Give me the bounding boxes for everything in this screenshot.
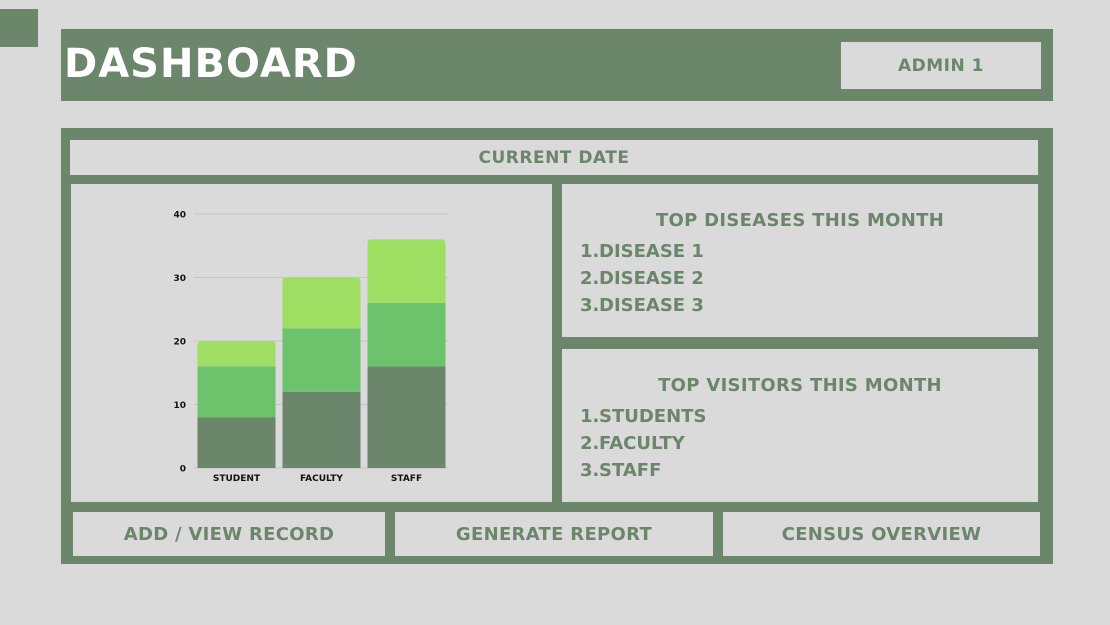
list-item: 3.STAFF	[580, 457, 706, 484]
corner-accent	[0, 9, 38, 47]
bar-segment	[197, 366, 276, 418]
header-bar: DASHBOARD ADMIN 1	[61, 29, 1053, 101]
list-item-number: 3.	[580, 295, 600, 316]
admin-user-button[interactable]: ADMIN 1	[841, 42, 1041, 89]
stacked-bar-chart: 0 10 20 30 40 STUDENT FACULTY STAFF	[173, 211, 449, 484]
top-diseases-list: 1.DISEASE 1 2.DISEASE 2 3.DISEASE 3	[580, 238, 704, 319]
top-visitors-panel: TOP VISITORS THIS MONTH 1.STUDENTS 2.FAC…	[562, 349, 1038, 502]
list-item: 3.DISEASE 3	[580, 292, 704, 319]
y-tick-label: 40	[173, 211, 186, 221]
list-item-label: DISEASE 3	[599, 295, 704, 316]
top-diseases-heading: TOP DISEASES THIS MONTH	[655, 210, 945, 231]
main-content-frame: CURRENT DATE 0 10 20 30 40 STUDENT FACULTY STAF…	[61, 128, 1053, 564]
chart-panel: 0 10 20 30 40 STUDENT FACULTY STAFF	[71, 184, 552, 502]
list-item-number: 3.	[580, 460, 600, 481]
list-item: 2.FACULTY	[580, 430, 706, 457]
list-item-label: STUDENTS	[599, 406, 707, 427]
census-overview-button[interactable]: CENSUS OVERVIEW	[723, 512, 1040, 556]
y-tick-label: 10	[173, 401, 186, 411]
add-view-record-button[interactable]: ADD / VIEW RECORD	[73, 512, 385, 556]
list-item-number: 1.	[580, 406, 600, 427]
x-tick-label: FACULTY	[300, 474, 343, 484]
list-item-label: DISEASE 2	[599, 268, 704, 289]
y-tick-label: 20	[173, 338, 186, 348]
list-item: 1.STUDENTS	[580, 403, 706, 430]
top-visitors-heading: TOP VISITORS THIS MONTH	[658, 375, 942, 396]
bar-segment	[197, 341, 276, 367]
list-item: 1.DISEASE 1	[580, 238, 704, 265]
list-item-label: STAFF	[599, 460, 662, 481]
page-title: DASHBOARD	[64, 41, 358, 87]
list-item-number: 2.	[580, 433, 600, 454]
bar-segment	[197, 417, 276, 468]
list-item-number: 1.	[580, 241, 600, 262]
bar-segment	[367, 239, 446, 303]
bar-segment	[282, 277, 361, 329]
top-visitors-list: 1.STUDENTS 2.FACULTY 3.STAFF	[580, 403, 706, 484]
x-tick-label: STAFF	[391, 474, 422, 484]
bar-segment	[282, 328, 361, 392]
list-item-number: 2.	[580, 268, 600, 289]
x-tick-label: STUDENT	[213, 474, 261, 484]
y-tick-label: 0	[180, 465, 186, 475]
list-item-label: FACULTY	[599, 433, 685, 454]
bar-segment	[282, 391, 361, 468]
bar-segment	[367, 366, 446, 468]
current-date-bar: CURRENT DATE	[70, 140, 1038, 175]
generate-report-button[interactable]: GENERATE REPORT	[395, 512, 713, 556]
list-item: 2.DISEASE 2	[580, 265, 704, 292]
list-item-label: DISEASE 1	[599, 241, 704, 262]
top-diseases-panel: TOP DISEASES THIS MONTH 1.DISEASE 1 2.DI…	[562, 184, 1038, 337]
bar-segment	[367, 302, 446, 367]
y-tick-label: 30	[173, 274, 186, 284]
